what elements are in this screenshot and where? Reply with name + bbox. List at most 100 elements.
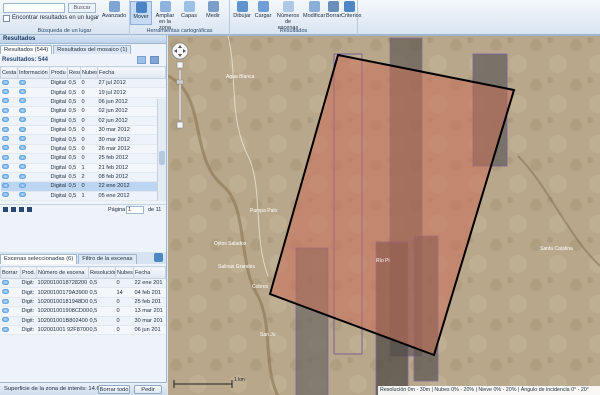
table-row[interactable]: Digital 0,5 0 22 ene 2012 (0, 181, 166, 192)
basket-cell[interactable] (0, 78, 18, 89)
tab-scene-filter[interactable]: Filtro de la escenas (78, 254, 137, 265)
zoom-area-button[interactable]: Ampliar en la zona (153, 1, 177, 31)
export-icon[interactable] (137, 56, 146, 64)
basket-cell[interactable] (0, 125, 18, 136)
basket-icon[interactable] (1, 98, 9, 104)
info-cell[interactable] (17, 153, 50, 164)
col-header[interactable]: Borrar (0, 266, 21, 280)
info-icon[interactable] (18, 192, 26, 198)
basket-icon[interactable] (1, 145, 9, 151)
table-row[interactable]: Digital 0,5 0 02 jun 2012 (0, 116, 166, 126)
col-header[interactable]: Resolución (88, 266, 116, 280)
table-row[interactable]: Digit: 1020010018728200 0,5 0 22 ene 201 (0, 278, 166, 289)
info-icon[interactable] (18, 154, 26, 160)
delete-scene-icon[interactable] (1, 289, 9, 295)
table-row[interactable]: Digital 0,5 0 30 mar 2012 (0, 134, 166, 145)
info-icon[interactable] (18, 107, 26, 113)
basket-icon[interactable] (1, 173, 9, 179)
criteria-button[interactable]: Criterios (341, 1, 361, 25)
delete-cell[interactable] (0, 325, 21, 336)
tab-results[interactable]: Resultados (544) (0, 45, 53, 54)
basket-icon[interactable] (1, 89, 9, 95)
col-header[interactable]: Prod. (20, 266, 37, 280)
basket-cell[interactable] (0, 172, 18, 183)
delete-cell[interactable] (0, 287, 21, 298)
basket-icon[interactable] (1, 107, 9, 113)
modify-button[interactable]: Modificar (303, 1, 325, 25)
results-scrollbar[interactable] (157, 99, 166, 201)
basket-icon[interactable] (1, 136, 9, 142)
info-cell[interactable] (17, 78, 50, 89)
info-cell[interactable] (17, 125, 50, 136)
tab-mosaic-results[interactable]: Resultados del mosaico (1) (53, 45, 132, 54)
basket-cell[interactable] (0, 87, 18, 98)
first-page-icon[interactable] (3, 207, 8, 213)
info-icon[interactable] (18, 164, 26, 170)
info-icon[interactable] (18, 117, 26, 123)
delete-button[interactable]: Borrar (326, 1, 341, 25)
delete-scene-icon[interactable] (1, 317, 9, 323)
table-row[interactable]: Digit: 102001001908CD00 0,5 0 13 mar 201 (0, 306, 166, 317)
download-icon[interactable] (154, 253, 163, 263)
table-row[interactable]: Digital 0,5 0 02 jun 2012 (0, 106, 166, 117)
advanced-button[interactable]: Avanzado (100, 1, 128, 25)
basket-icon[interactable] (1, 154, 9, 160)
draw-button[interactable]: Dibujar (232, 1, 252, 25)
delete-scene-icon[interactable] (1, 279, 9, 285)
table-row[interactable]: Digital 0,5 0 25 feb 2012 (0, 153, 166, 164)
basket-cell[interactable] (0, 191, 18, 202)
info-cell[interactable] (17, 116, 50, 126)
pan-button[interactable]: Mover (130, 1, 152, 25)
scroll-thumb[interactable] (159, 151, 165, 165)
search-button[interactable]: Buscar (68, 3, 96, 13)
info-cell[interactable] (17, 163, 50, 173)
order-button[interactable]: Pedir (134, 385, 162, 394)
map-view[interactable]: Agua Blanca Pampa Palo Ojitos Salados Sa… (168, 35, 600, 395)
table-row[interactable]: Digital 0,5 0 19 jul 2012 (0, 87, 166, 98)
info-cell[interactable] (17, 144, 50, 155)
col-header[interactable]: Fecha (133, 266, 166, 280)
table-row[interactable]: Digital 0,5 0 06 jun 2012 (0, 97, 166, 108)
col-header[interactable]: Número de escena (36, 266, 89, 280)
settings-icon[interactable] (150, 56, 159, 64)
col-header[interactable]: Nubes (115, 266, 134, 280)
table-row[interactable]: Digital 0,5 2 08 feb 2012 (0, 172, 166, 183)
table-row[interactable]: Digital 0,5 0 26 mar 2012 (0, 144, 166, 155)
basket-icon[interactable] (1, 182, 9, 188)
table-row[interactable]: Digital 0,5 1 05 ene 2012 (0, 191, 166, 202)
col-header[interactable]: Nubes (80, 66, 98, 79)
info-icon[interactable] (18, 136, 26, 142)
basket-icon[interactable] (1, 192, 9, 198)
find-results-checkbox[interactable] (3, 15, 10, 22)
info-icon[interactable] (18, 98, 26, 104)
basket-cell[interactable] (0, 153, 18, 164)
table-row[interactable]: Digital 0,5 1 21 feb 2012 (0, 163, 166, 173)
table-row[interactable]: Digit: 102001001B802400 0,5 0 30 mar 201 (0, 316, 166, 327)
info-cell[interactable] (17, 106, 50, 117)
table-row[interactable]: Digital 0,5 0 30 mar 2012 (0, 125, 166, 136)
info-icon[interactable] (18, 79, 26, 85)
col-header[interactable]: Cesta (0, 66, 18, 79)
scene-numbers-button[interactable]: Números de escenas (274, 1, 302, 31)
col-header[interactable]: Produ (49, 66, 68, 79)
delete-cell[interactable] (0, 278, 21, 289)
tab-selected-scenes[interactable]: Escenas seleccionadas (6) (0, 254, 78, 265)
layers-button[interactable]: Capas (178, 1, 200, 25)
basket-cell[interactable] (0, 97, 18, 108)
measure-button[interactable]: Medir (201, 1, 225, 25)
info-icon[interactable] (18, 145, 26, 151)
col-header[interactable]: Resol (67, 66, 81, 79)
delete-scene-icon[interactable] (1, 298, 9, 304)
info-icon[interactable] (18, 173, 26, 179)
info-cell[interactable] (17, 181, 50, 192)
page-input[interactable]: 1 (126, 206, 144, 215)
table-row[interactable]: Digit: 10200100181948D0 0,5 0 25 feb 201 (0, 297, 166, 308)
col-header[interactable]: Fecha (97, 66, 166, 79)
last-page-icon[interactable] (27, 207, 32, 213)
load-button[interactable]: Cargar (253, 1, 273, 25)
table-row[interactable]: Digital 0,5 0 27 jul 2012 (0, 78, 166, 89)
basket-icon[interactable] (1, 117, 9, 123)
info-icon[interactable] (18, 182, 26, 188)
info-icon[interactable] (18, 89, 26, 95)
table-row[interactable]: Digit: 10200100179A3900 0,5 14 04 feb 201 (0, 287, 166, 298)
